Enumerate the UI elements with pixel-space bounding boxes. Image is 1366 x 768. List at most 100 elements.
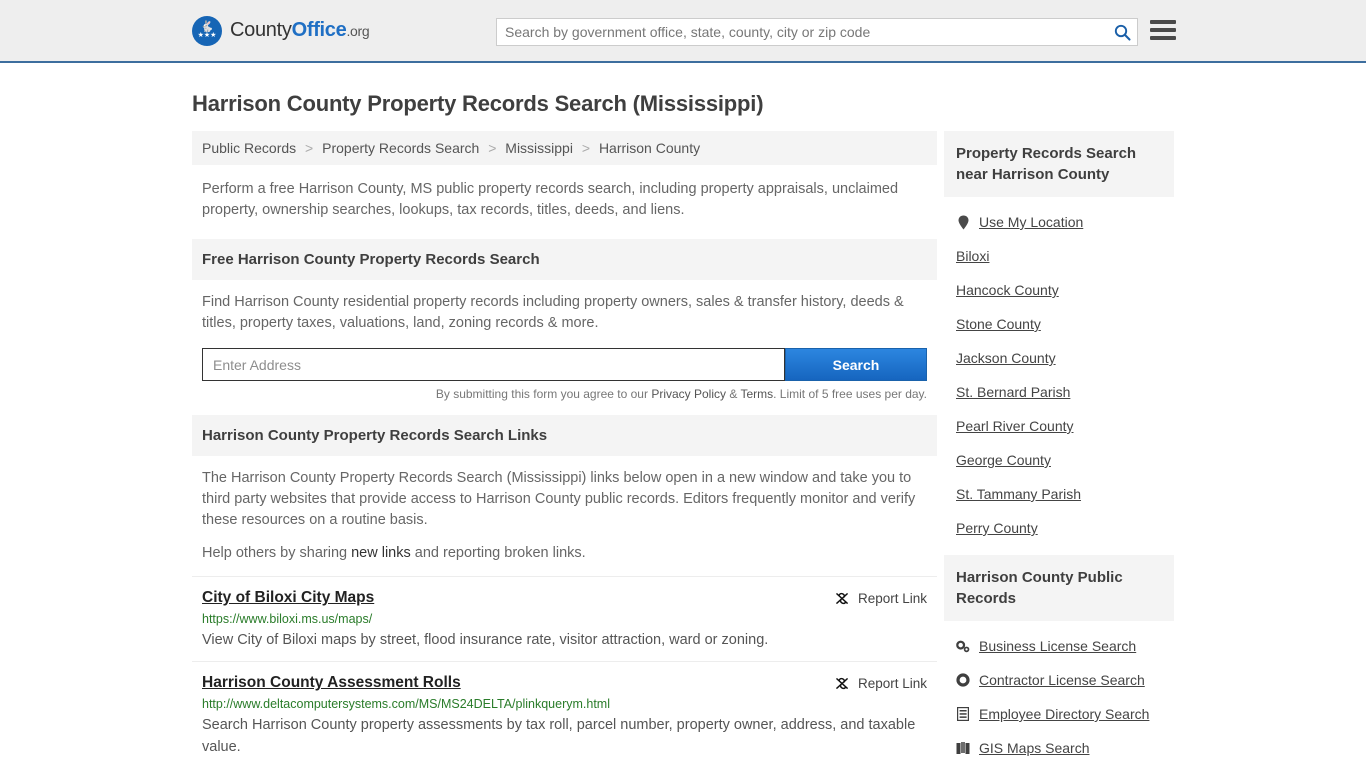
sidebar-nearby-link[interactable]: George County bbox=[956, 452, 1051, 468]
sidebar-public-records-link[interactable]: GIS Maps Search bbox=[979, 740, 1090, 756]
new-links-link[interactable]: new links bbox=[351, 545, 411, 561]
sidebar-item-use-my-location[interactable]: Use My Location bbox=[944, 205, 1174, 239]
broken-link-icon bbox=[835, 676, 850, 691]
resource-link-header: Harrison County Assessment Rolls Report … bbox=[202, 674, 927, 692]
report-link-button[interactable]: Report Link bbox=[835, 674, 927, 691]
sidebar-nearby-link[interactable]: St. Bernard Parish bbox=[956, 384, 1070, 400]
sidebar-item-pearl-river-county[interactable]: Pearl River County bbox=[944, 409, 1174, 443]
sidebar-item-perry-county[interactable]: Perry County bbox=[944, 511, 1174, 545]
global-search-box[interactable] bbox=[496, 18, 1138, 46]
form-note-suffix: . Limit of 5 free uses per day. bbox=[773, 387, 927, 401]
help-suffix: and reporting broken links. bbox=[410, 545, 586, 561]
sidebar-nearby-link[interactable]: Hancock County bbox=[956, 282, 1059, 298]
page-title: Harrison County Property Records Search … bbox=[192, 91, 764, 116]
form-note-amp: & bbox=[726, 387, 741, 401]
resource-link-title[interactable]: City of Biloxi City Maps bbox=[202, 589, 374, 607]
brand-part-office: Office bbox=[291, 19, 347, 41]
form-note-prefix: By submitting this form you agree to our bbox=[435, 387, 652, 401]
report-link-label: Report Link bbox=[857, 591, 927, 606]
sidebar-nearby-list: Use My Location Biloxi Hancock County St… bbox=[944, 197, 1174, 545]
resource-link-row: Harrison County Assessment Rolls Report … bbox=[192, 661, 937, 768]
report-link-label: Report Link bbox=[857, 676, 927, 691]
breadcrumb-item-harrison-county[interactable]: Harrison County bbox=[599, 140, 700, 156]
sidebar-item-business-license-search[interactable]: Business License Search bbox=[944, 629, 1174, 663]
site-header: 🐇 ★★★ CountyOffice.org bbox=[0, 0, 1366, 63]
use-my-location-link[interactable]: Use My Location bbox=[979, 214, 1083, 230]
page-container: Harrison County Property Records Search … bbox=[0, 91, 1366, 768]
sidebar-item-george-county[interactable]: George County bbox=[944, 443, 1174, 477]
main-column: Public Records > Property Records Search… bbox=[192, 131, 937, 768]
sidebar-nearby-link[interactable]: Biloxi bbox=[956, 248, 989, 264]
free-search-description: Find Harrison County residential propert… bbox=[202, 294, 904, 331]
brand-part-org: .org bbox=[346, 23, 370, 39]
map-pin-icon bbox=[956, 215, 970, 230]
sidebar-public-records-list: Business License Search Contractor Licen… bbox=[944, 621, 1174, 765]
sidebar-item-biloxi[interactable]: Biloxi bbox=[944, 239, 1174, 273]
breadcrumb-separator: > bbox=[305, 140, 314, 156]
form-legal-note: By submitting this form you agree to our… bbox=[192, 381, 937, 401]
resource-link-title[interactable]: Harrison County Assessment Rolls bbox=[202, 674, 461, 692]
privacy-policy-link[interactable]: Privacy Policy bbox=[651, 387, 726, 401]
free-search-body: Find Harrison County residential propert… bbox=[192, 280, 937, 334]
sidebar-nearby-link[interactable]: St. Tammany Parish bbox=[956, 486, 1081, 502]
sidebar-item-gis-maps-search[interactable]: GIS Maps Search bbox=[944, 731, 1174, 765]
sidebar-item-employee-directory-search[interactable]: Employee Directory Search bbox=[944, 697, 1174, 731]
links-section-body: The Harrison County Property Records Sea… bbox=[192, 456, 937, 564]
sidebar-item-contractor-license-search[interactable]: Contractor License Search bbox=[944, 663, 1174, 697]
report-link-button[interactable]: Report Link bbox=[835, 589, 927, 606]
links-section-help: Help others by sharing new links and rep… bbox=[202, 543, 927, 564]
links-section-heading: Harrison County Property Records Search … bbox=[192, 415, 937, 456]
sidebar-item-st-tammany-parish[interactable]: St. Tammany Parish bbox=[944, 477, 1174, 511]
terms-link[interactable]: Terms bbox=[740, 387, 773, 401]
resource-link-url: https://www.biloxi.ms.us/maps/ bbox=[202, 612, 373, 626]
hamburger-menu-icon[interactable] bbox=[1150, 20, 1176, 40]
sidebar-item-hancock-county[interactable]: Hancock County bbox=[944, 273, 1174, 307]
sidebar-item-stone-county[interactable]: Stone County bbox=[944, 307, 1174, 341]
search-icon[interactable] bbox=[1107, 19, 1137, 45]
hamburger-bar bbox=[1150, 20, 1176, 24]
breadcrumb-separator: > bbox=[488, 140, 497, 156]
breadcrumb-item-mississippi[interactable]: Mississippi bbox=[505, 140, 573, 156]
sidebar-nearby-link[interactable]: Jackson County bbox=[956, 350, 1056, 366]
sidebar-nearby-link[interactable]: Stone County bbox=[956, 316, 1041, 332]
sidebar-public-records-link[interactable]: Contractor License Search bbox=[979, 672, 1145, 688]
sidebar-public-records-link[interactable]: Employee Directory Search bbox=[979, 706, 1149, 722]
resource-link-description: Search Harrison County property assessme… bbox=[202, 717, 916, 755]
sidebar-public-records-link[interactable]: Business License Search bbox=[979, 638, 1136, 654]
sidebar-nearby-link[interactable]: Pearl River County bbox=[956, 418, 1074, 434]
map-book-icon bbox=[956, 741, 970, 755]
breadcrumb-separator: > bbox=[581, 140, 591, 156]
address-input[interactable] bbox=[202, 348, 785, 381]
help-prefix: Help others by sharing bbox=[202, 545, 352, 561]
resource-link-description: View City of Biloxi maps by street, floo… bbox=[202, 632, 769, 648]
sidebar-nearby-heading: Property Records Search near Harrison Co… bbox=[944, 131, 1174, 197]
hamburger-bar bbox=[1150, 28, 1176, 32]
sidebar-public-records-heading: Harrison County Public Records bbox=[944, 555, 1174, 621]
address-search-form: Search bbox=[202, 348, 927, 381]
broken-link-icon bbox=[835, 591, 850, 606]
links-section-paragraph: The Harrison County Property Records Sea… bbox=[202, 470, 916, 528]
brand-part-county: County bbox=[230, 19, 292, 41]
brand-wordmark: CountyOffice.org bbox=[230, 19, 370, 42]
content-columns: Public Records > Property Records Search… bbox=[192, 131, 1174, 768]
sidebar: Property Records Search near Harrison Co… bbox=[944, 131, 1174, 765]
resource-link-row: City of Biloxi City Maps Report Link htt… bbox=[192, 576, 937, 661]
breadcrumb-item-property-records-search[interactable]: Property Records Search bbox=[322, 140, 479, 156]
eagle-seal-icon: 🐇 ★★★ bbox=[192, 15, 222, 46]
site-logo[interactable]: 🐇 ★★★ CountyOffice.org bbox=[192, 15, 370, 46]
breadcrumb: Public Records > Property Records Search… bbox=[192, 131, 937, 165]
sidebar-item-jackson-county[interactable]: Jackson County bbox=[944, 341, 1174, 375]
cog-icon bbox=[956, 673, 970, 687]
free-search-heading: Free Harrison County Property Records Se… bbox=[192, 239, 937, 280]
search-input[interactable] bbox=[497, 19, 1107, 45]
breadcrumb-item-public-records[interactable]: Public Records bbox=[202, 140, 296, 156]
page-intro-text: Perform a free Harrison County, MS publi… bbox=[202, 181, 899, 218]
sidebar-item-st-bernard-parish[interactable]: St. Bernard Parish bbox=[944, 375, 1174, 409]
address-search-button[interactable]: Search bbox=[785, 348, 927, 381]
hamburger-bar bbox=[1150, 36, 1176, 40]
list-alt-icon bbox=[956, 707, 970, 721]
resource-link-header: City of Biloxi City Maps Report Link bbox=[202, 589, 927, 607]
sidebar-nearby-link[interactable]: Perry County bbox=[956, 520, 1038, 536]
resource-link-url: http://www.deltacomputersystems.com/MS/M… bbox=[202, 697, 611, 711]
